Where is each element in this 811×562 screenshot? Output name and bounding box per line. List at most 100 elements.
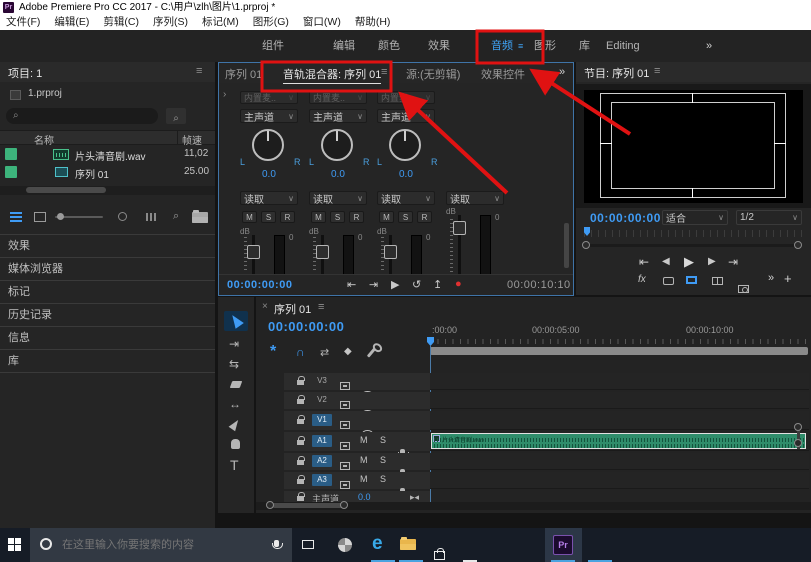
menu-graphics[interactable]: 图形(G) xyxy=(253,15,289,30)
lock-icon[interactable] xyxy=(297,436,305,445)
nest-sequence-icon[interactable]: * xyxy=(270,343,276,361)
menu-help[interactable]: 帮助(H) xyxy=(355,15,391,30)
sync-lock-icon[interactable] xyxy=(340,382,350,390)
search-mic-icon[interactable] xyxy=(272,540,283,549)
track-badge[interactable]: A2 xyxy=(312,455,332,467)
edge-browser-icon[interactable]: e xyxy=(372,533,383,555)
task-view-icon[interactable] xyxy=(302,540,314,549)
button-overflow-icon[interactable]: » xyxy=(768,272,774,284)
vscroll-handle-bottom[interactable] xyxy=(794,439,802,447)
pan-knob[interactable] xyxy=(389,129,421,161)
timeline-hscroll-top[interactable] xyxy=(430,347,808,355)
audio-clip[interactable]: 片头清音剧.wav xyxy=(431,433,806,449)
volume-fader-handle[interactable] xyxy=(247,245,260,259)
timeline-hscroll-track[interactable] xyxy=(256,501,811,510)
record-arm-button[interactable]: R xyxy=(417,211,432,223)
sync-lock-icon[interactable] xyxy=(340,442,350,450)
lift-icon[interactable]: ↥ xyxy=(433,278,442,291)
mute-button[interactable]: M xyxy=(360,474,368,484)
project-file-name[interactable]: 1.prproj xyxy=(28,88,62,99)
mute-button[interactable]: M xyxy=(242,211,257,223)
track-lane-v3[interactable] xyxy=(430,373,809,390)
goto-in-icon[interactable]: ⇤ xyxy=(639,255,649,269)
program-panel-tab[interactable]: 节目: 序列 01 xyxy=(584,65,649,81)
step-forward-icon[interactable]: ▶ xyxy=(708,256,716,267)
lock-icon[interactable] xyxy=(297,492,305,501)
workspace-overflow-icon[interactable]: » xyxy=(706,30,712,62)
workspace-tab-libraries[interactable]: 库 xyxy=(579,30,590,62)
panel-tab-media-browser[interactable]: 媒体浏览器 xyxy=(0,257,215,280)
workspace-tab-editing-en[interactable]: Editing xyxy=(606,30,640,62)
mute-button[interactable]: M xyxy=(360,435,368,445)
mixer-vscroll-thumb[interactable] xyxy=(564,223,569,268)
pan-value[interactable]: 0.0 xyxy=(399,169,413,180)
sync-lock-icon[interactable] xyxy=(340,462,350,470)
mixer-panel-menu-icon[interactable]: ≡ xyxy=(381,66,387,78)
menu-clip[interactable]: 剪辑(C) xyxy=(103,15,139,30)
play-icon[interactable]: ▶ xyxy=(391,278,399,291)
project-search-input[interactable] xyxy=(26,109,151,122)
record-icon[interactable]: ● xyxy=(455,278,462,290)
zoom-slider[interactable] xyxy=(55,213,103,220)
step-back-icon[interactable]: ◀ xyxy=(662,256,670,267)
volume-fader-handle[interactable] xyxy=(453,221,466,235)
play-icon[interactable]: ▶ xyxy=(684,254,694,270)
input-device-dropdown[interactable]: 内置麦.. ∨ xyxy=(309,91,367,104)
track-badge[interactable]: A1 xyxy=(312,435,332,447)
new-bin-icon[interactable] xyxy=(192,210,208,223)
panel-tab-markers[interactable]: 标记 xyxy=(0,280,215,303)
column-rate[interactable]: 帧速 xyxy=(182,132,202,147)
pen-tool-icon[interactable] xyxy=(228,417,242,432)
pan-value[interactable]: 0.0 xyxy=(262,169,276,180)
sync-lock-icon[interactable] xyxy=(340,401,350,409)
solo-button[interactable]: S xyxy=(330,211,345,223)
type-tool-icon[interactable]: T xyxy=(230,457,239,473)
volume-fader-handle[interactable] xyxy=(316,245,329,259)
record-arm-button[interactable]: R xyxy=(280,211,295,223)
goto-out-icon[interactable]: ⇥ xyxy=(728,255,738,269)
mute-button[interactable]: M xyxy=(379,211,394,223)
pan-value[interactable]: 0.0 xyxy=(331,169,345,180)
workspace-tab-assembly[interactable]: 组件 xyxy=(262,30,284,62)
mixer-overflow-icon[interactable]: » xyxy=(559,66,565,78)
menu-edit[interactable]: 编辑(E) xyxy=(54,15,89,30)
zoom-bar-handle-left[interactable] xyxy=(582,241,590,249)
master-volume-value[interactable]: 0.0 xyxy=(358,492,371,502)
icon-view-icon[interactable] xyxy=(34,212,46,222)
taskbar-search-input[interactable] xyxy=(60,536,270,554)
track-badge[interactable]: V1 xyxy=(312,414,332,426)
automation-mode-dropdown[interactable]: 读取 ∨ xyxy=(240,191,298,206)
panel-tab-libraries[interactable]: 库 xyxy=(0,349,215,373)
automation-mode-dropdown[interactable]: 读取 ∨ xyxy=(309,191,367,206)
taskbar-search-box[interactable] xyxy=(30,528,292,562)
snap-magnet-icon[interactable]: ∩ xyxy=(296,345,305,359)
lock-icon[interactable] xyxy=(297,376,305,385)
lock-icon[interactable] xyxy=(297,475,305,484)
goto-out-icon[interactable]: ⇥ xyxy=(369,278,378,291)
mixer-tab-source[interactable]: 源:(无剪辑) xyxy=(406,66,460,82)
vscroll-handle-top[interactable] xyxy=(794,423,802,431)
workspace-tab-audio-menu-icon[interactable]: ≡ xyxy=(518,30,523,62)
workspace-tab-graphics[interactable]: 图形 xyxy=(534,30,556,62)
panel-tab-info[interactable]: 信息 xyxy=(0,326,215,349)
multi-camera-icon[interactable] xyxy=(712,277,723,285)
loop-icon[interactable]: ↺ xyxy=(412,278,421,291)
fx-toggle-icon[interactable]: fx xyxy=(638,274,646,285)
hand-tool-icon[interactable] xyxy=(231,439,240,449)
label-color-swatch[interactable] xyxy=(5,148,17,160)
slip-tool-icon[interactable]: ↔ xyxy=(229,397,241,411)
mixer-tab-previous[interactable]: 序列 01 xyxy=(225,66,262,82)
automation-mode-dropdown[interactable]: 读取 ∨ xyxy=(446,191,504,206)
track-lane-a1[interactable]: 片头清音剧.wav xyxy=(430,432,809,451)
mute-button[interactable]: M xyxy=(311,211,326,223)
file-explorer-icon[interactable] xyxy=(400,537,416,550)
project-item-audio[interactable]: 片头清音剧.wav 11,02 xyxy=(0,146,215,163)
input-device-dropdown[interactable]: 内置麦.. ∨ xyxy=(377,91,435,104)
menu-window[interactable]: 窗口(W) xyxy=(303,15,341,30)
timeline-settings-wrench-icon[interactable] xyxy=(366,347,377,358)
column-name[interactable]: 名称 xyxy=(34,132,54,147)
pan-knob[interactable] xyxy=(252,129,284,161)
find-icon[interactable]: ⌕ xyxy=(173,210,179,223)
pan-knob[interactable] xyxy=(321,129,353,161)
add-marker-icon[interactable]: ◆ xyxy=(344,346,352,357)
